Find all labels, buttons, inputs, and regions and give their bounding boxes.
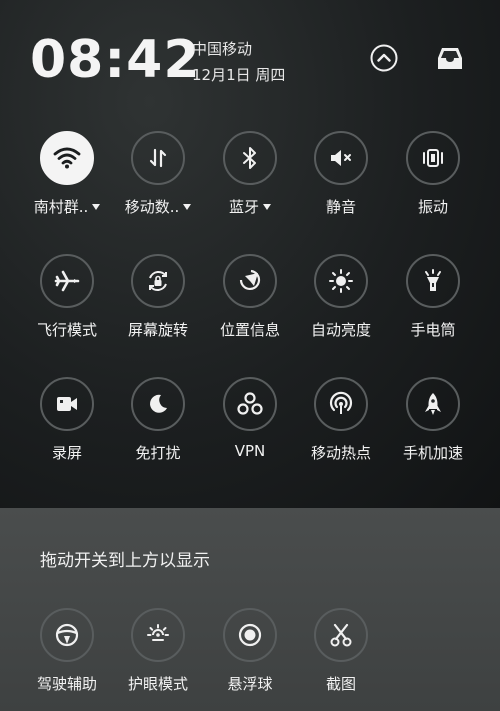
toggle-mobile-data[interactable]: 移动数.. (112, 131, 204, 231)
toggle-circle (314, 254, 368, 308)
drag-hint-text: 拖动开关到上方以显示 (40, 551, 210, 571)
mute-icon (331, 150, 351, 166)
toggle-circle (131, 608, 185, 662)
rotation-lock-icon (149, 271, 167, 291)
toggle-label: 移动热点 (310, 444, 371, 462)
toggle-label: 驾驶辅助 (36, 675, 97, 693)
toggle-circle (406, 254, 460, 308)
toggle-circle (223, 377, 277, 431)
toggle-screen-rotation[interactable]: 屏幕旋转 (112, 254, 204, 354)
toggle-location[interactable]: 位置信息 (204, 254, 296, 354)
toggle-phone-boost[interactable]: 手机加速 (387, 377, 479, 477)
toggle-label: 屏幕旋转 (127, 321, 188, 339)
toggle-label: 静音 (325, 198, 356, 216)
toggle-circle (314, 131, 368, 185)
toggle-wifi[interactable]: 南村群.. (21, 131, 113, 231)
wifi-icon (53, 147, 81, 169)
hotspot-icon (329, 391, 353, 414)
toggle-airplane-mode[interactable]: 飞行模式 (21, 254, 113, 354)
floating-ball-icon (238, 623, 262, 647)
toggle-circle (406, 377, 460, 431)
eye-care-icon (147, 624, 169, 641)
toggle-circle (131, 254, 185, 308)
toggle-label: 飞行模式 (36, 321, 97, 339)
inbox-tray-icon (438, 48, 462, 69)
toggle-circle (223, 608, 277, 662)
toggle-label: 录屏 (51, 444, 82, 462)
vpn-icon (237, 392, 263, 415)
toggle-do-not-disturb[interactable]: 免打扰 (112, 377, 204, 477)
clock: 08:42 (30, 30, 201, 90)
toggle-floating-ball[interactable]: 悬浮球 (204, 608, 296, 708)
toggle-vibrate[interactable]: 振动 (387, 131, 479, 231)
flashlight-icon (425, 269, 441, 291)
collapse-button[interactable] (364, 38, 404, 78)
bluetooth-icon (243, 147, 256, 169)
toggle-bluetooth[interactable]: 蓝牙 (204, 131, 296, 231)
chevron-up-icon (370, 44, 398, 72)
vibrate-icon (423, 149, 443, 167)
toggle-label: 手机加速 (402, 444, 463, 462)
scissors-icon (330, 623, 352, 647)
moon-icon (150, 394, 167, 413)
toggle-label: 悬浮球 (227, 675, 273, 693)
steering-wheel-icon (55, 623, 79, 647)
toggle-circle (406, 131, 460, 185)
toggle-driving-assist[interactable]: 驾驶辅助 (21, 608, 113, 708)
dropdown-caret-icon[interactable] (183, 203, 192, 210)
toggle-label: 免打扰 (135, 444, 181, 462)
toggle-label: 手电筒 (410, 321, 456, 339)
toggle-circle (314, 608, 368, 662)
date-label: 12月1日 周四 (192, 66, 286, 84)
toggle-label: 南村群.. (34, 196, 101, 217)
toggle-label: VPN (234, 442, 266, 460)
toggle-circle (40, 608, 94, 662)
dropdown-caret-icon[interactable] (263, 203, 271, 210)
toggle-circle (314, 377, 368, 431)
mobile-data-icon (149, 148, 167, 168)
toggle-auto-brightness[interactable]: 自动亮度 (295, 254, 387, 354)
toggle-screen-record[interactable]: 录屏 (21, 377, 113, 477)
screen-record-icon (57, 397, 77, 411)
toggle-label: 位置信息 (219, 321, 280, 339)
toggle-label: 移动数.. (125, 196, 192, 217)
brightness-icon (329, 269, 353, 293)
toggle-circle (223, 254, 277, 308)
toggle-circle (223, 131, 277, 185)
toggle-circle (131, 131, 185, 185)
toggle-circle (40, 254, 94, 308)
toggle-flashlight[interactable]: 手电筒 (387, 254, 479, 354)
toggle-circle (40, 377, 94, 431)
toggle-circle (40, 131, 94, 185)
dropdown-caret-icon[interactable] (92, 203, 101, 210)
toggle-label: 蓝牙 (229, 196, 271, 217)
airplane-icon (54, 270, 80, 292)
toggle-label: 自动亮度 (310, 321, 371, 339)
toggle-hotspot[interactable]: 移动热点 (295, 377, 387, 477)
toggle-screenshot[interactable]: 截图 (295, 608, 387, 708)
rocket-icon (425, 393, 441, 415)
toggle-label: 截图 (325, 675, 356, 693)
carrier-name: 中国移动 (192, 40, 253, 58)
toggle-mute[interactable]: 静音 (295, 131, 387, 231)
toggle-vpn[interactable]: VPN (204, 377, 296, 477)
location-icon (239, 269, 261, 291)
toggle-eye-care[interactable]: 护眼模式 (112, 608, 204, 708)
toggle-label: 振动 (417, 198, 448, 216)
toggle-label: 护眼模式 (127, 675, 188, 693)
notification-tray-button[interactable] (430, 38, 470, 78)
toggle-circle (131, 377, 185, 431)
